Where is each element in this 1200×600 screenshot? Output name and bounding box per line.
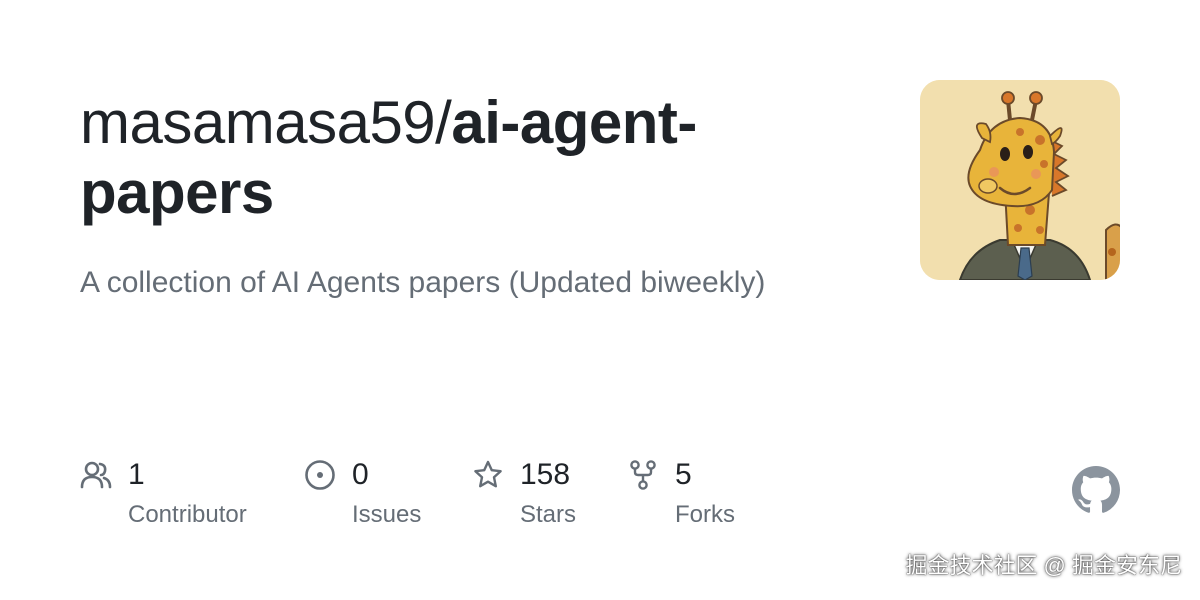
stat-stars[interactable]: 158 Stars (472, 455, 622, 535)
stat-label: Forks (675, 501, 735, 528)
issue-circle-icon (305, 460, 335, 490)
stat-issues[interactable]: 0 Issues (304, 455, 454, 535)
repo-name-line1: ai-agent- (451, 89, 697, 156)
fork-icon (630, 460, 656, 490)
repo-stats: 1 Contributor 0 Issues 158 Stars 5 Forks (80, 455, 800, 535)
people-icon (80, 461, 112, 489)
repo-avatar (920, 80, 1120, 280)
giraffe-avatar-image (920, 80, 1120, 280)
stat-value: 1 (128, 458, 145, 491)
stat-label: Contributor (128, 501, 247, 528)
stat-value: 5 (675, 458, 692, 491)
stat-label: Issues (352, 501, 422, 528)
star-icon (474, 460, 502, 488)
repo-name-line2: papers (80, 159, 274, 226)
stat-value: 0 (352, 458, 369, 491)
watermark-text: 掘金技术社区 @ 掘金安东尼 (905, 553, 1182, 578)
repo-description: A collection of AI Agents papers (Update… (80, 266, 766, 299)
repo-title: masamasa59/ai-agent-papers (80, 88, 880, 228)
repo-owner: masamasa59/ (80, 89, 452, 156)
stat-label: Stars (520, 501, 577, 528)
github-icon[interactable] (1072, 466, 1120, 514)
stat-value: 158 (520, 458, 571, 491)
stat-contributors[interactable]: 1 Contributor (80, 455, 280, 535)
stat-forks[interactable]: 5 Forks (627, 455, 777, 535)
